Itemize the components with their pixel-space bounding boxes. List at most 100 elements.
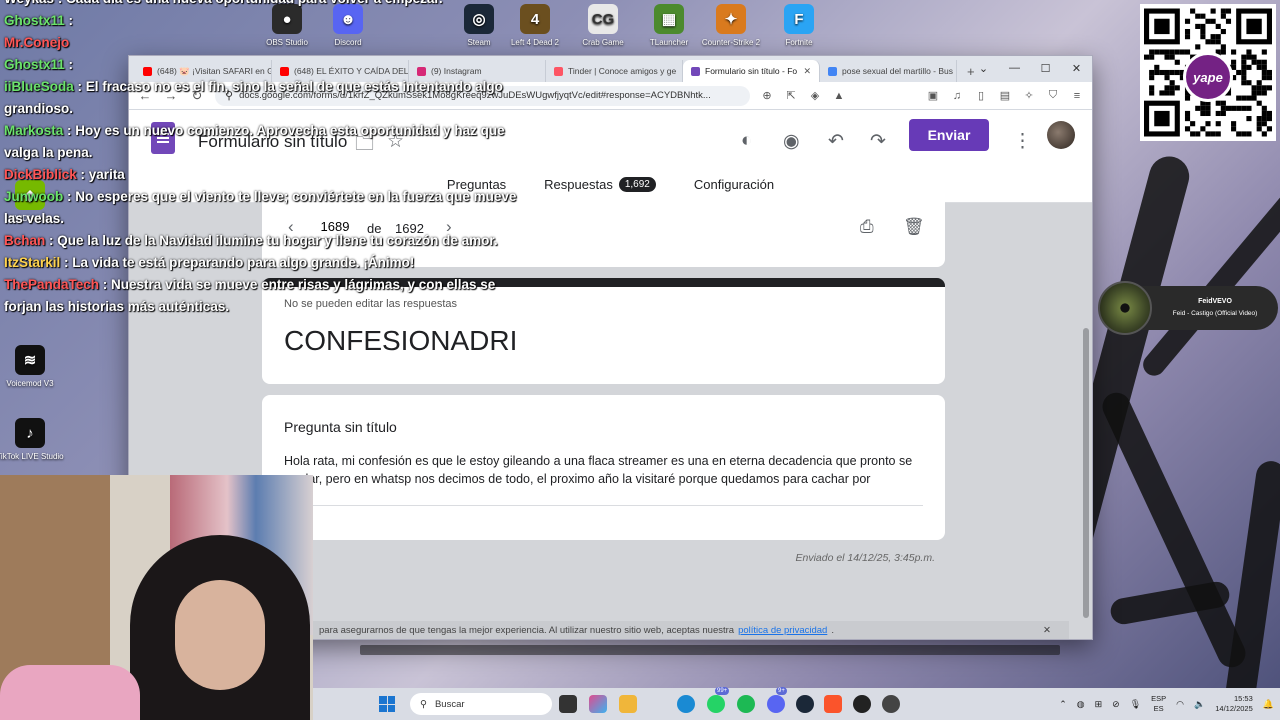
qr-module: [1184, 126, 1191, 132]
qr-module: [1251, 59, 1257, 65]
qr-module: [1246, 49, 1252, 55]
browser-tab[interactable]: Tinder | Conoce amigos y ge: [546, 60, 683, 82]
answer-text: Hola rata, mi confesión es que le estoy …: [284, 454, 913, 486]
tab-search-icon[interactable]: ⌄: [968, 56, 999, 80]
qr-module: [1241, 95, 1247, 101]
qr-module: [1261, 75, 1267, 81]
qr-module: [1210, 8, 1216, 14]
chat-username: iiBlueSoda: [4, 79, 74, 94]
spotify-icon[interactable]: [737, 695, 755, 713]
desktop-shortcut[interactable]: ♪ TikTok LIVE Studio: [0, 418, 65, 461]
share-icon[interactable]: ⇱: [784, 89, 798, 102]
print-icon[interactable]: ⎙: [860, 217, 874, 237]
desktop-shortcut[interactable]: ≋ Voicemod V3: [0, 345, 65, 388]
task-view-icon[interactable]: [559, 695, 577, 713]
qr-module: [1190, 131, 1196, 137]
tray-mute-icon[interactable]: ⊘: [1112, 699, 1120, 710]
undo-icon[interactable]: ↶: [828, 130, 844, 153]
qr-module: [1184, 28, 1191, 35]
edge-icon[interactable]: [677, 695, 695, 713]
brave-shield-icon[interactable]: ◈: [808, 89, 822, 102]
tray-wifi-icon[interactable]: ◠: [1176, 699, 1184, 710]
app-taskbar-icon[interactable]: [882, 695, 900, 713]
desktop-shortcut[interactable]: ▦ TLauncher: [634, 4, 704, 47]
desktop-shortcut[interactable]: ✦ Counter-Strike 2: [696, 4, 766, 47]
ai-icon[interactable]: ✧: [1022, 89, 1036, 102]
qr-module: [1220, 8, 1226, 14]
redo-icon[interactable]: ↷: [870, 130, 886, 153]
warning-icon[interactable]: ▲: [832, 90, 846, 102]
preview-eye-icon[interactable]: ◉: [783, 130, 800, 153]
qr-module: [1231, 105, 1237, 111]
qr-module: [1215, 34, 1221, 40]
tray-mic-icon[interactable]: 🎙: [1130, 699, 1141, 710]
windows-start-icon[interactable]: [379, 696, 395, 712]
wallet-icon[interactable]: ▤: [998, 89, 1012, 102]
desktop-shortcut[interactable]: CG Crab Game: [568, 4, 638, 47]
language-indicator[interactable]: ESP ES: [1151, 694, 1166, 714]
maximize-button[interactable]: ☐: [1030, 56, 1061, 80]
qr-module: [1215, 121, 1221, 127]
tray-app-icon[interactable]: ◍: [1077, 699, 1085, 710]
sidebar-icon[interactable]: ▯: [974, 89, 988, 102]
chat-username: Markosta: [4, 123, 64, 138]
l4d2-icon: 4: [520, 4, 550, 34]
more-options-icon[interactable]: ⋮: [1013, 130, 1032, 153]
notifications-icon[interactable]: 🔔: [1263, 699, 1274, 710]
taskbar-search[interactable]: ⚲ Buscar: [410, 693, 552, 715]
tray-network-icon[interactable]: ⊞: [1095, 699, 1103, 710]
qr-module: [1215, 110, 1221, 117]
voicemod-icon: ≋: [15, 345, 45, 375]
privacy-policy-link[interactable]: política de privacidad: [738, 625, 827, 636]
page-scrollbar[interactable]: [1083, 328, 1089, 618]
delete-icon[interactable]: 🗑: [903, 217, 925, 237]
close-window-button[interactable]: ✕: [1061, 56, 1092, 80]
close-cookie-icon[interactable]: ✕: [1043, 625, 1069, 636]
qr-module: [1200, 23, 1206, 29]
qr-finder: [1246, 18, 1262, 35]
qr-module: [1154, 69, 1160, 76]
minimize-button[interactable]: —: [999, 56, 1030, 80]
qr-module: [1200, 110, 1206, 117]
desktop-shortcut[interactable]: F Fortnite: [764, 4, 834, 47]
qr-module: [1241, 75, 1247, 81]
qr-module: [1266, 126, 1272, 132]
clock[interactable]: 15:53 14/12/2025: [1215, 694, 1253, 714]
menu-icon[interactable]: ≡: [1070, 90, 1084, 102]
tray-chevron-icon[interactable]: ⌃: [1059, 699, 1067, 710]
steam-taskbar-icon[interactable]: [796, 695, 814, 713]
vpn-icon[interactable]: ⛉: [1046, 89, 1060, 102]
file-explorer-icon[interactable]: [619, 695, 637, 713]
system-tray: ⌃ ◍ ⊞ ⊘ 🎙 ESP ES ◠ 🔈 15:53 14/12/2025 🔔: [1059, 688, 1274, 720]
qr-module: [1149, 75, 1155, 81]
qr-module: [1241, 54, 1247, 60]
obs-taskbar-icon[interactable]: [853, 695, 871, 713]
send-button[interactable]: Enviar: [909, 119, 989, 151]
qr-module: [1164, 49, 1170, 55]
pink-shirt: [0, 665, 140, 720]
chat-username: ThePandaTech: [4, 277, 100, 292]
qr-module: [1220, 28, 1226, 35]
palette-icon[interactable]: ◐: [741, 130, 752, 152]
qr-module: [1246, 105, 1252, 111]
qr-module: [1195, 44, 1201, 50]
qr-module: [1174, 69, 1180, 76]
music-icon[interactable]: ♫: [950, 90, 964, 102]
browser-tab[interactable]: Formulario sin título - Fo ✕: [683, 60, 820, 82]
avatar[interactable]: [1047, 121, 1075, 149]
discord-taskbar-icon[interactable]: 9+: [767, 687, 787, 713]
qr-module: [1215, 100, 1221, 106]
tray-volume-icon[interactable]: 🔈: [1194, 699, 1205, 710]
qr-module: [1164, 85, 1170, 91]
whatsapp-icon[interactable]: 99+: [707, 687, 730, 713]
close-tab-icon[interactable]: ✕: [803, 66, 811, 77]
chat-message: ThePandaTech : Nuestra vida se mueve ent…: [4, 274, 524, 318]
screenshot-icon[interactable]: ▣: [926, 89, 940, 102]
qr-module: [1174, 59, 1180, 65]
browser-tab[interactable]: pose sexual del martillo - Bus: [820, 60, 957, 82]
desktop-shortcut-label: Counter-Strike 2: [701, 38, 761, 47]
qr-module: [1251, 90, 1257, 96]
copilot-icon[interactable]: [589, 695, 607, 713]
zoom-icon[interactable]: ⊕: [760, 89, 774, 102]
brave-icon[interactable]: [824, 695, 842, 713]
